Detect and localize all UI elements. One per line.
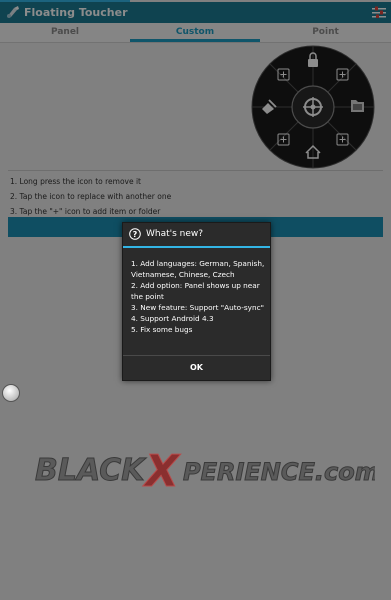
changelog-item: 4. Support Android 4.3	[131, 314, 214, 323]
changelog-item: 1. Add languages: German, Spanish, Vietn…	[131, 259, 265, 279]
dialog-header: ? What's new?	[123, 223, 270, 247]
changelog-list: 1. Add languages: German, Spanish, Vietn…	[131, 258, 265, 335]
watermark-logo: BLACK X PERIENCE.com	[35, 446, 375, 498]
help-question-icon: ?	[129, 228, 141, 240]
changelog-item: 2. Add option: Panel shows up near the p…	[131, 281, 260, 301]
svg-text:BLACK: BLACK	[35, 453, 147, 488]
dialog-title-rule	[123, 246, 270, 248]
ok-button[interactable]: OK	[123, 356, 270, 380]
changelog-item: 3. New feature: Support "Auto-sync"	[131, 303, 264, 312]
whats-new-dialog: ? What's new? 1. Add languages: German, …	[122, 222, 271, 381]
svg-text:X: X	[142, 446, 181, 497]
dialog-title: What's new?	[146, 229, 204, 239]
changelog-item: 5. Fix some bugs	[131, 325, 193, 334]
floating-point-handle[interactable]	[2, 384, 20, 402]
svg-text:PERIENCE.com: PERIENCE.com	[183, 458, 375, 486]
svg-text:?: ?	[133, 230, 138, 239]
